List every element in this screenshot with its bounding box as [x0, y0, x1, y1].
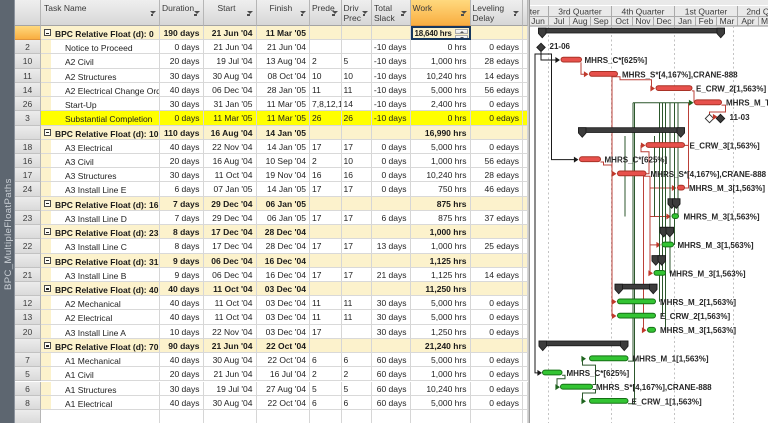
svg-text:Mar: Mar	[720, 16, 735, 26]
svg-text:Oct: Oct	[615, 16, 629, 26]
svg-text:MHRS_S*[4,167%],CRANE-888: MHRS_S*[4,167%],CRANE-888	[622, 70, 738, 79]
svg-text:MHRS_S*[4,167%],CRANE-888: MHRS_S*[4,167%],CRANE-888	[596, 383, 712, 392]
svg-text:21-06: 21-06	[550, 42, 571, 51]
svg-text:2nd Quarter: 2nd Quarter	[746, 7, 768, 17]
svg-text:Jan: Jan	[678, 16, 692, 26]
svg-text:MHRS_C*[625%]: MHRS_C*[625%]	[605, 156, 668, 165]
svg-text:MHRS_M_3[1,563%]: MHRS_M_3[1,563%]	[684, 213, 760, 222]
svg-text:Jun: Jun	[531, 16, 545, 26]
svg-text:Aug: Aug	[572, 16, 587, 26]
svg-text:MHRS_M_3[1,563%]: MHRS_M_3[1,563%]	[670, 269, 746, 278]
svg-text:MHRS_M_1[1,563%]: MHRS_M_1[1,563%]	[633, 355, 709, 364]
svg-text:2nd Quarter: 2nd Quarter	[530, 7, 540, 17]
svg-text:4th Quarter: 4th Quarter	[622, 7, 665, 17]
svg-text:MHRS_S*[4,167%],CRANE-888: MHRS_S*[4,167%],CRANE-888	[651, 170, 767, 179]
svg-text:MHRS_C*[625%]: MHRS_C*[625%]	[585, 56, 648, 65]
svg-text:MHRS_M_3[1,563%]: MHRS_M_3[1,563%]	[689, 184, 765, 193]
svg-text:MHRS_M_2[1,563%]: MHRS_M_2[1,563%]	[660, 298, 736, 307]
svg-text:MHRS_M_3[1,563%]: MHRS_M_3[1,563%]	[678, 241, 754, 250]
svg-text:1st Quarter: 1st Quarter	[685, 7, 728, 17]
svg-text:E_CRW_1[1,563%]: E_CRW_1[1,563%]	[632, 397, 702, 406]
svg-text:3rd Quarter: 3rd Quarter	[558, 7, 602, 17]
svg-text:E_CRW_3[1,563%]: E_CRW_3[1,563%]	[690, 141, 760, 150]
svg-text:Apr: Apr	[741, 16, 754, 26]
svg-text:Sep: Sep	[593, 16, 608, 26]
svg-text:Feb: Feb	[699, 16, 714, 26]
svg-text:E_CRW_2[1,563%]: E_CRW_2[1,563%]	[696, 85, 766, 94]
svg-text:11-03: 11-03	[730, 113, 751, 122]
svg-text:Jul: Jul	[554, 16, 565, 26]
svg-text:Dec: Dec	[656, 16, 672, 26]
svg-text:E_CRW_2[1,563%]: E_CRW_2[1,563%]	[660, 312, 730, 321]
svg-text:MHRS_M_T: MHRS_M_T	[726, 99, 768, 108]
svg-text:May: May	[761, 16, 768, 26]
svg-text:Nov: Nov	[635, 16, 651, 26]
svg-text:MHRS_M_3[1,563%]: MHRS_M_3[1,563%]	[660, 326, 736, 335]
svg-text:MHRS_C*[625%]: MHRS_C*[625%]	[567, 369, 630, 378]
